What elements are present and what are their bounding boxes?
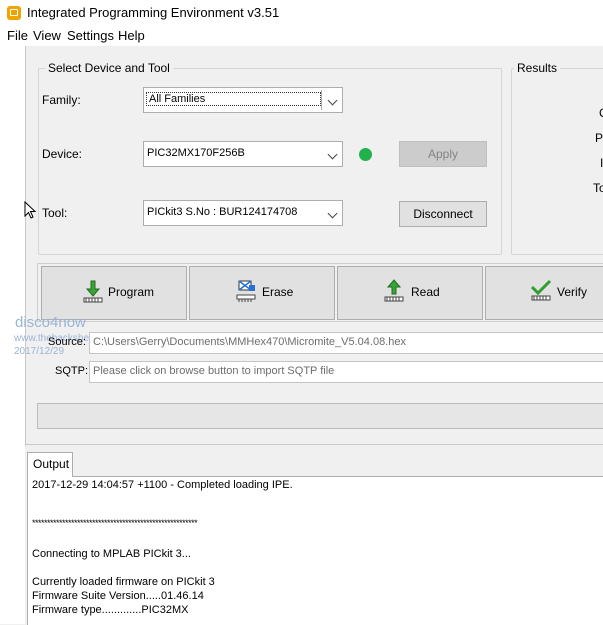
menu-help[interactable]: Help [118,28,145,43]
results-label-2: Pa [595,131,603,145]
output-console[interactable]: 2017-12-29 14:04:57 +1100 - Completed lo… [27,476,603,625]
program-button[interactable]: Program [41,266,187,320]
verify-icon [530,279,552,301]
read-button[interactable]: Read [337,266,483,320]
device-value: PIC32MX170F256B [147,147,245,159]
erase-button[interactable]: Erase [189,266,335,320]
tool-dropdown[interactable]: PICkit3 S.No : BUR124174708 [143,200,343,226]
tab-output-label: Output [33,457,70,471]
results-legend: Results [514,61,561,75]
chevron-down-icon [327,149,338,160]
verify-label: Verify [557,285,588,299]
title-bar: Integrated Programming Environment v3.51 [0,0,603,26]
device-dropdown[interactable]: PIC32MX170F256B [143,141,343,167]
sqtp-placeholder: Please click on browse button to import … [93,365,335,377]
disconnect-button[interactable]: Disconnect [399,201,487,227]
menu-view[interactable]: View [33,28,61,43]
progress-bar [37,403,603,429]
tab-output[interactable]: Output [27,452,73,477]
output-line: Currently loaded firmware on PICkit 3 [32,576,215,588]
read-label: Read [411,285,440,299]
results-label-4: To [593,181,603,195]
chevron-down-icon [327,208,338,219]
cursor-icon [24,201,36,219]
program-label: Program [108,285,155,299]
output-line: 2017-12-29 14:04:57 +1100 - Completed lo… [32,479,293,491]
output-line: ****************************************… [32,518,198,528]
select-device-legend: Select Device and Tool [45,61,173,75]
output-line: Connecting to MPLAB PICkit 3... [32,548,191,560]
source-value: C:\Users\Gerry\Documents\MMHex470\Microm… [93,336,406,348]
sqtp-label: SQTP: [55,365,89,377]
family-label: Family: [42,93,81,107]
menu-settings[interactable]: Settings [67,28,114,43]
verify-button[interactable]: Verify [485,266,603,320]
erase-label: Erase [262,285,294,299]
source-field[interactable]: C:\Users\Gerry\Documents\MMHex470\Microm… [89,332,603,354]
output-line: Firmware type.............PIC32MX [32,604,189,616]
watermark-name: disco4now [15,314,86,331]
erase-icon [236,280,256,302]
program-icon [83,280,103,303]
results-group [511,68,603,255]
apply-button[interactable]: Apply [399,141,487,167]
family-dropdown[interactable]: All Families [143,87,343,113]
read-icon [384,279,404,302]
output-line: Firmware Suite Version.....01.46.14 [32,590,204,602]
divider [25,46,26,446]
chevron-down-icon [327,95,338,106]
status-indicator-icon [359,148,372,161]
window-title: Integrated Programming Environment v3.51 [27,5,280,20]
menu-file[interactable]: File [7,28,28,43]
output-divider [26,444,603,445]
app-icon [7,6,21,20]
tool-value: PICkit3 S.No : BUR124174708 [147,206,298,218]
results-label-1: C [599,106,603,120]
sqtp-field[interactable]: Please click on browse button to import … [89,361,603,383]
device-label: Device: [42,147,83,161]
tool-label: Tool: [42,206,68,220]
family-value: All Families [146,92,321,106]
source-label: Source: [48,336,86,348]
